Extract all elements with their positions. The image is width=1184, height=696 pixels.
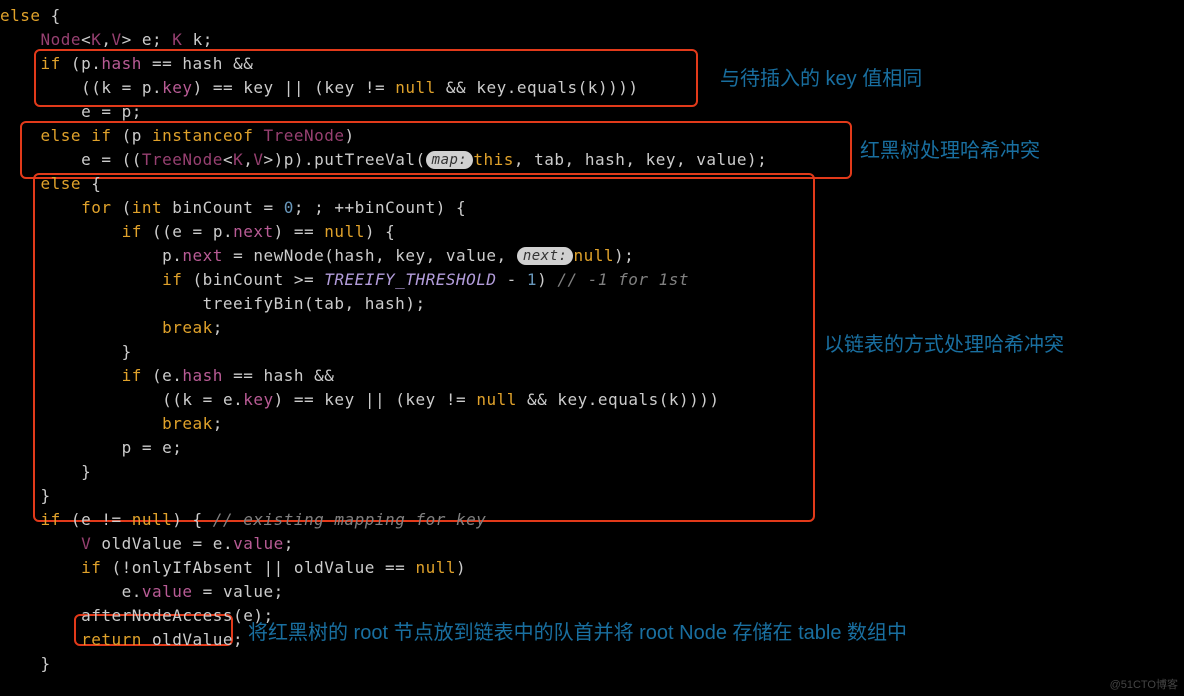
hint-pill: map: (426, 151, 474, 169)
annotation-afternodeaccess: 将红黑树的 root 节点放到链表中的队首并将 root Node 存储在 ta… (248, 616, 907, 645)
annotation-linkedlist: 以链表的方式处理哈希冲突 (824, 328, 1064, 357)
hint-pill: next: (517, 247, 574, 265)
watermark: @51CTO博客 (1110, 676, 1178, 692)
kw-else: else (0, 6, 41, 25)
annotation-treenode: 红黑树处理哈希冲突 (860, 134, 1040, 163)
annotation-same-key: 与待插入的 key 值相同 (720, 62, 922, 91)
